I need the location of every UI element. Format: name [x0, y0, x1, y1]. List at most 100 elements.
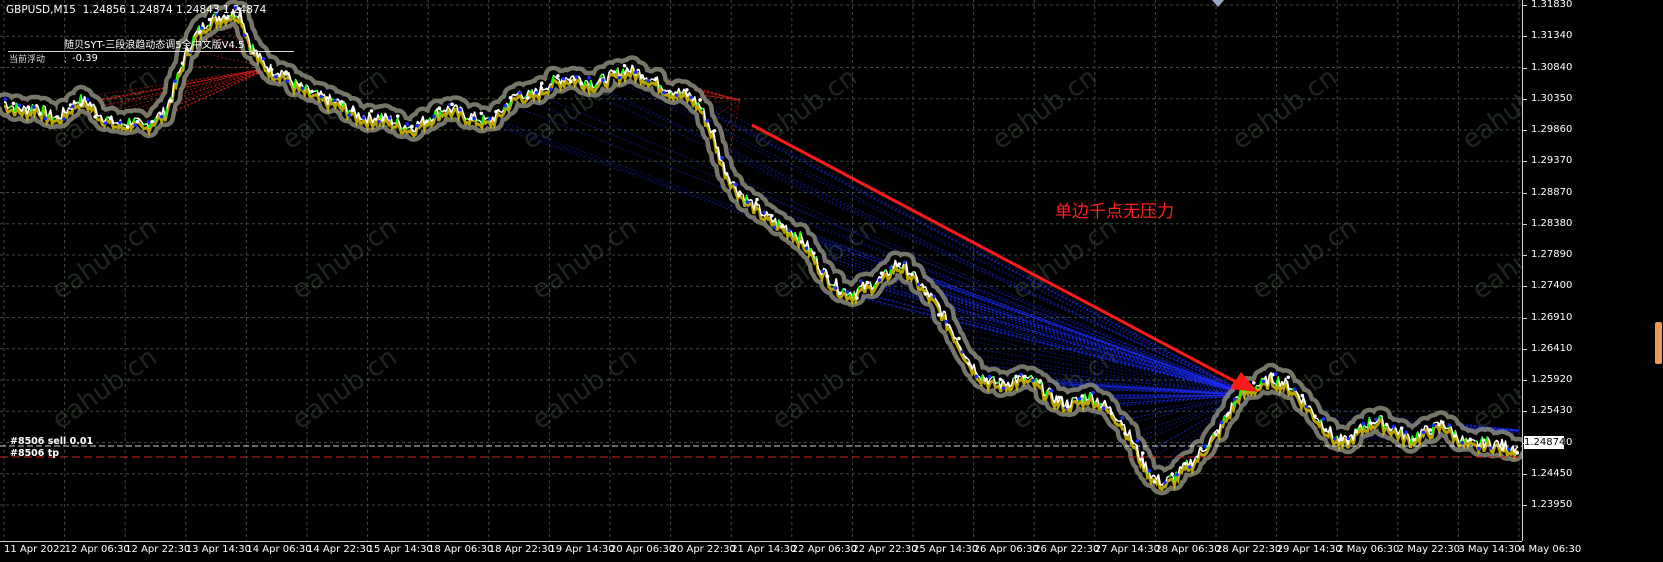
price-tick-label: 1.30350 [1531, 93, 1572, 104]
trade-marker [755, 198, 759, 202]
trade-marker [1252, 381, 1256, 385]
time-tick-label: 26 Apr 06:30 [974, 544, 1039, 555]
time-tick-label: 27 Apr 14:30 [1095, 544, 1160, 555]
trade-marker [1199, 447, 1203, 451]
trade-marker [274, 75, 278, 79]
time-tick-label: 20 Apr 22:30 [671, 544, 736, 555]
order-label[interactable]: #8506 sell 0.01 [10, 436, 93, 448]
trade-marker [270, 68, 274, 72]
trade-marker [1153, 480, 1157, 484]
trade-marker [509, 96, 513, 100]
candle-segment [117, 123, 119, 124]
candle-segment [1029, 376, 1031, 377]
price-axis[interactable]: 1.318301.313401.308401.303501.298601.293… [1522, 0, 1663, 541]
trade-marker [1136, 439, 1140, 443]
chart-shift-marker-icon[interactable] [1212, 0, 1224, 7]
time-tick-label: 22 Apr 22:30 [852, 544, 917, 555]
candle-segment [1169, 475, 1171, 476]
trade-marker [984, 378, 988, 382]
trade-marker [134, 123, 138, 127]
trade-marker [286, 79, 290, 83]
watermark-text: eahub.cn [1467, 212, 1522, 306]
trade-marker [1432, 424, 1436, 428]
time-tick-label: 19 Apr 14:30 [549, 544, 614, 555]
price-tick-label: 1.28380 [1531, 218, 1572, 229]
trade-marker [845, 290, 849, 294]
time-tick-label: 28 Apr 22:30 [1216, 544, 1281, 555]
trade-marker [1214, 432, 1218, 436]
trade-marker [689, 96, 693, 100]
time-tick-label: 25 Apr 14:30 [913, 544, 978, 555]
candle-segment [804, 245, 806, 247]
trade-marker [1333, 437, 1337, 441]
trade-marker [1066, 405, 1070, 409]
trade-marker [425, 120, 429, 124]
price-scale-handle[interactable] [1655, 322, 1662, 364]
trade-marker [1469, 438, 1473, 442]
trade-marker [198, 30, 202, 34]
trade-marker [1225, 413, 1229, 417]
trade-marker [310, 90, 314, 94]
trade-marker [575, 75, 579, 79]
trade-marker [705, 119, 709, 123]
candle-segment [498, 109, 500, 111]
time-tick-label: 22 Apr 06:30 [792, 544, 857, 555]
trade-marker [812, 251, 816, 255]
candle-segment [246, 33, 248, 34]
candle-segment [659, 86, 661, 88]
time-tick-label: 20 Apr 06:30 [610, 544, 675, 555]
trade-marker [662, 91, 666, 95]
trade-marker [208, 18, 212, 22]
trade-marker [388, 116, 392, 120]
candle-segment [1180, 467, 1182, 469]
price-tick-mark [1523, 224, 1527, 225]
candle-segment [1115, 419, 1117, 421]
trade-marker [1188, 465, 1192, 469]
trade-marker [1347, 437, 1351, 441]
trade-marker [126, 125, 130, 129]
candle-segment [331, 99, 333, 100]
watermark-text: eahub.cn [527, 342, 643, 436]
candle-segment [1357, 428, 1359, 430]
trade-marker [903, 261, 907, 265]
trade-marker [549, 87, 553, 91]
trade-marker [1489, 446, 1493, 450]
candle-segment [471, 114, 473, 116]
price-plot-area[interactable]: eahub.cneahub.cneahub.cneahub.cneahub.cn… [0, 0, 1522, 541]
trade-marker [1453, 434, 1457, 438]
trade-marker [362, 116, 366, 120]
trade-marker [762, 211, 766, 215]
trade-marker [1050, 389, 1054, 393]
trade-marker [685, 88, 689, 92]
chart-annotation: 单边千点无压力 [1055, 206, 1174, 218]
take-profit-label[interactable]: #8506 tp [10, 448, 59, 460]
trade-marker [1293, 388, 1297, 392]
trade-marker [800, 240, 804, 244]
trade-marker [1385, 423, 1389, 427]
trade-marker [298, 83, 302, 87]
time-tick-label: 29 Apr 14:30 [1277, 544, 1342, 555]
trade-marker [415, 124, 419, 128]
trade-marker [889, 266, 893, 270]
trade-marker [773, 225, 777, 229]
trade-marker [1313, 414, 1317, 418]
price-tick-mark [1523, 68, 1527, 69]
time-tick-label: 4 May 06:30 [1519, 544, 1581, 555]
candle-segment [68, 108, 70, 109]
trade-marker [1339, 438, 1343, 442]
price-tick-label: 1.24450 [1531, 468, 1572, 479]
chart-window[interactable]: eahub.cneahub.cneahub.cneahub.cneahub.cn… [0, 0, 1663, 561]
trade-marker [612, 70, 616, 74]
trade-marker [878, 278, 882, 282]
ea-link-line [523, 98, 1250, 395]
trade-marker [1233, 397, 1237, 401]
time-tick-label: 12 Apr 22:30 [125, 544, 190, 555]
candle-segment [992, 377, 994, 378]
price-tick-mark [1523, 474, 1527, 475]
trade-marker [1175, 473, 1179, 477]
trade-marker [1123, 432, 1127, 436]
time-axis[interactable]: 11 Apr 202212 Apr 06:3012 Apr 22:3013 Ap… [0, 541, 1522, 562]
trade-marker [587, 76, 591, 80]
trade-marker [118, 121, 122, 125]
candle-segment [1373, 423, 1375, 424]
